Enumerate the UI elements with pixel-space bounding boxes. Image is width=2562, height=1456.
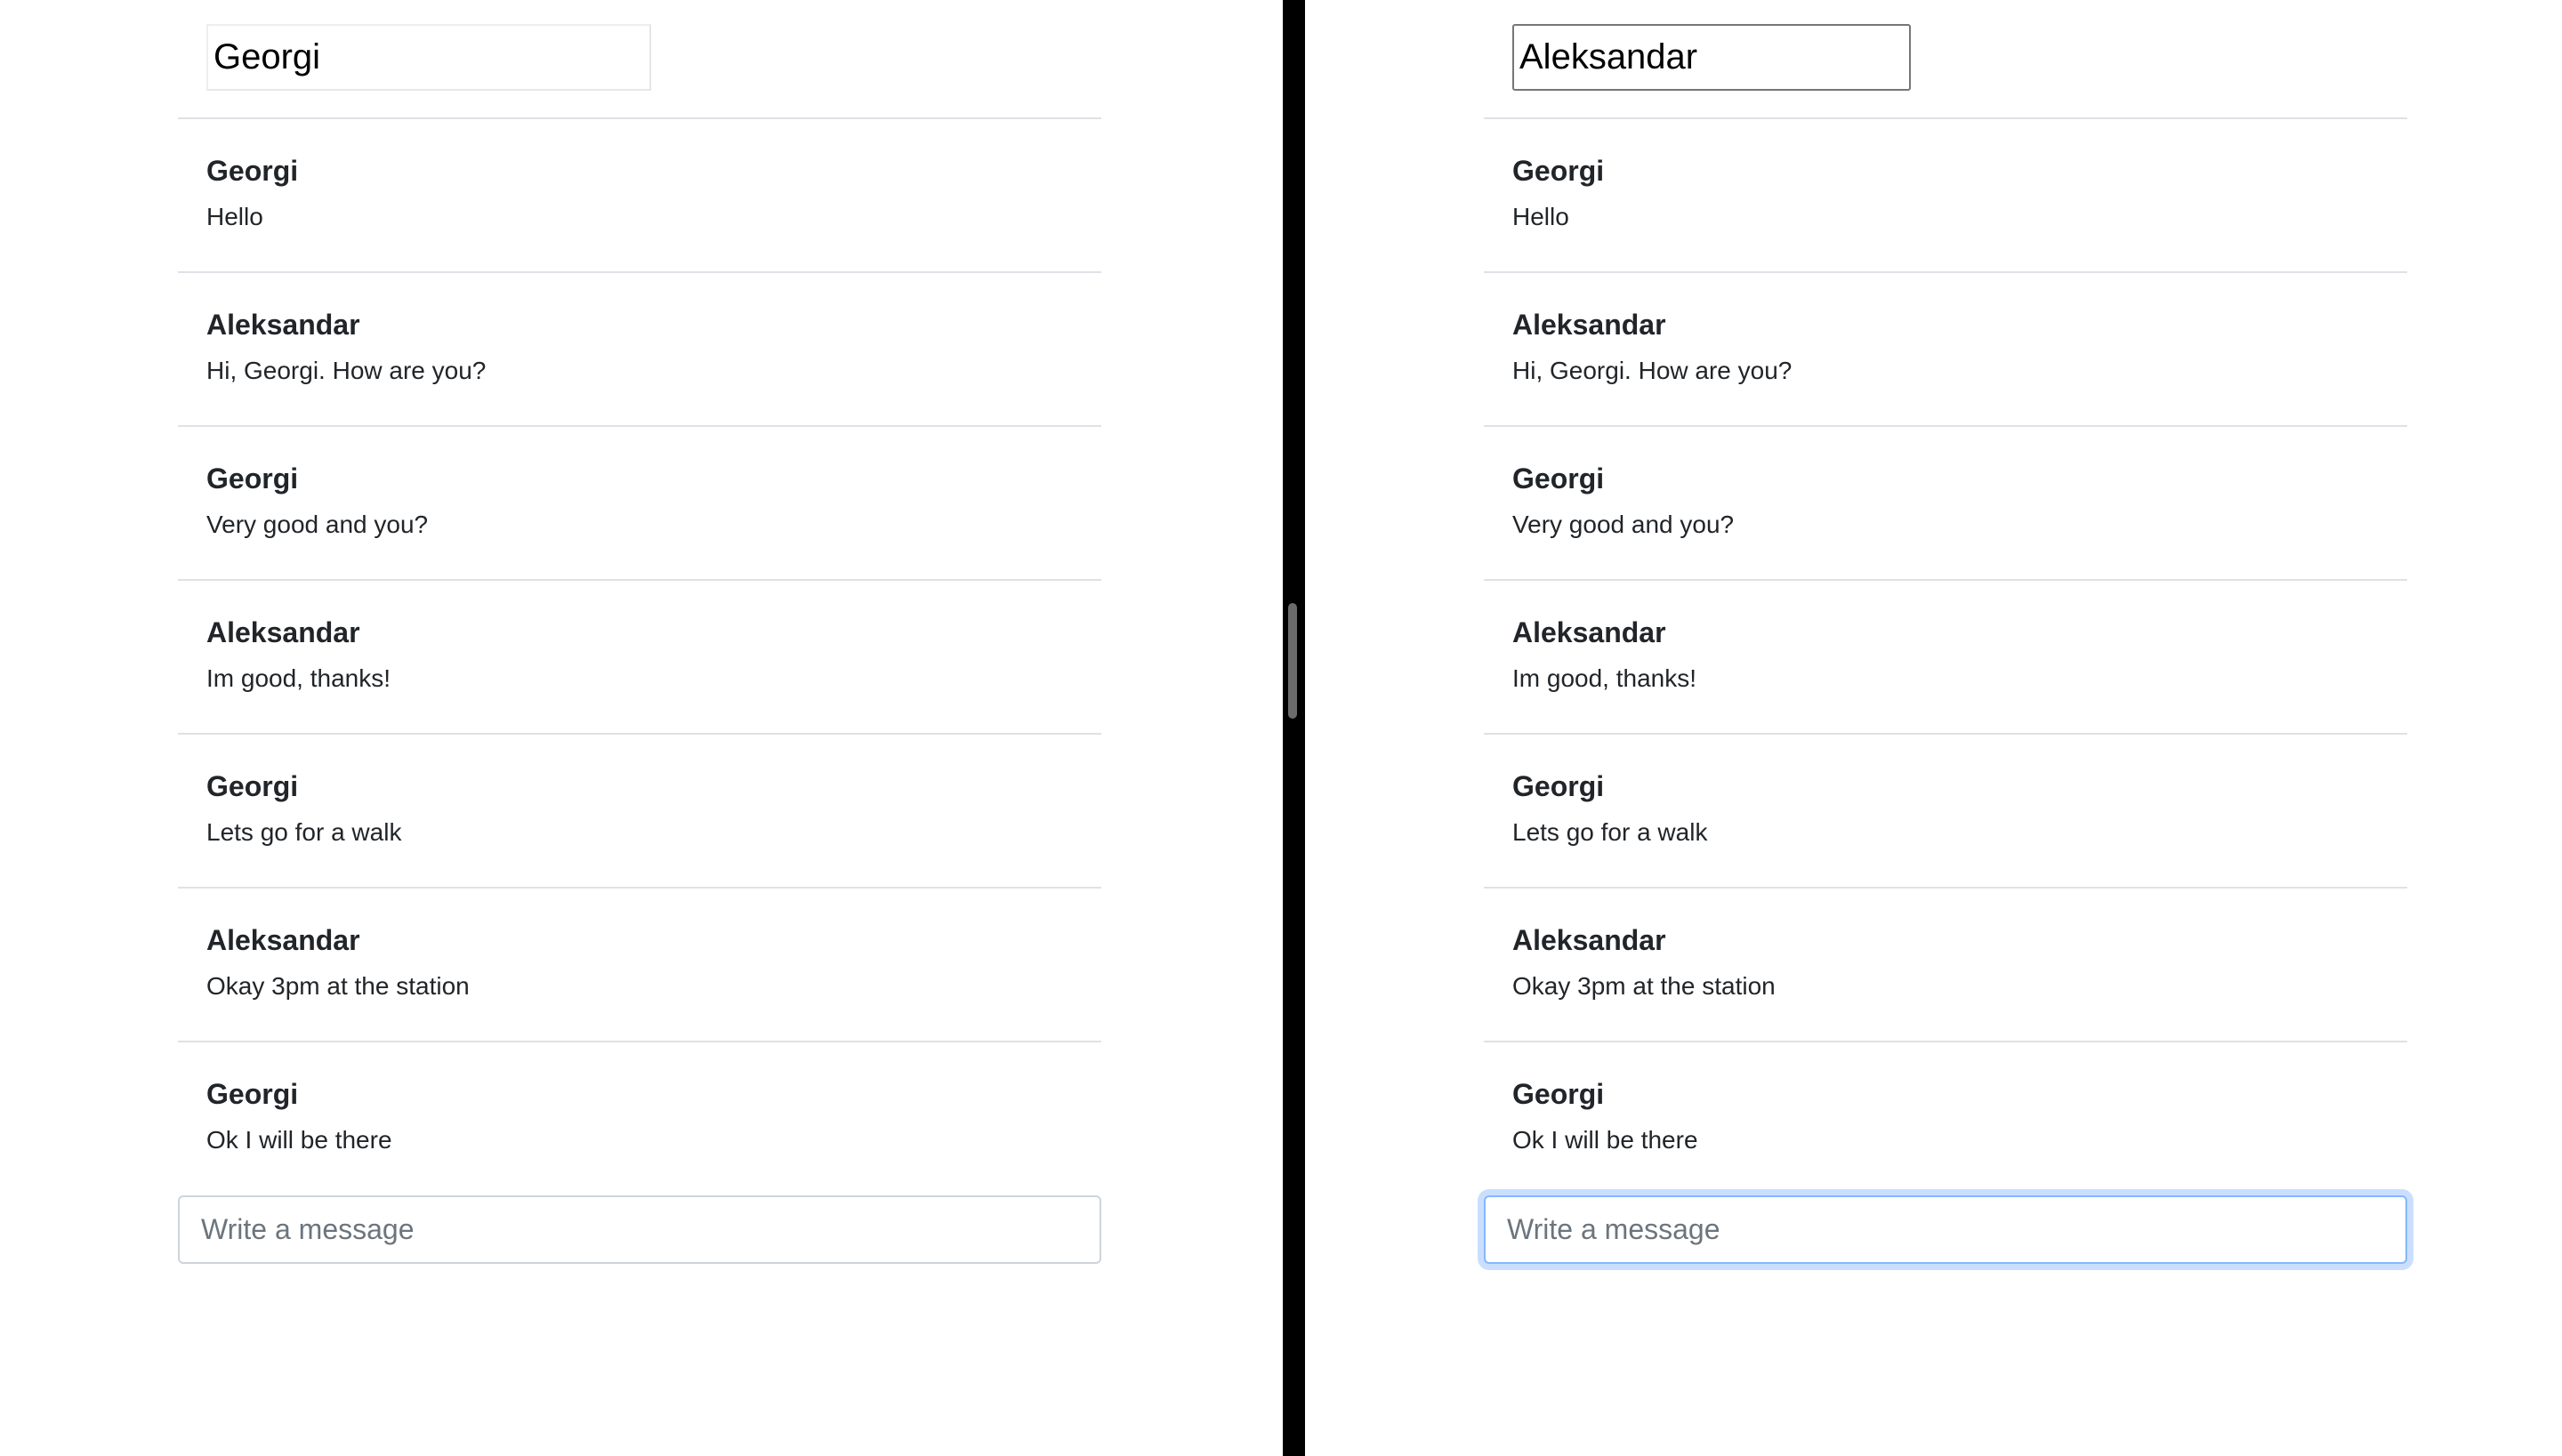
message-text: Hello — [206, 203, 263, 230]
message-compose-input[interactable] — [1484, 1195, 2407, 1264]
message-author: Georgi — [206, 155, 299, 187]
message-author: Georgi — [206, 463, 299, 495]
message-item: Georgi Lets go for a walk — [178, 735, 1101, 889]
message-author: Georgi — [1512, 155, 1605, 187]
message-text: Very good and you? — [1512, 511, 1735, 538]
message-author: Georgi — [1512, 1078, 1605, 1110]
chat-panel: Georgi Hello Aleksandar Hi, Georgi. How … — [1484, 0, 2407, 1264]
message-compose-input[interactable] — [178, 1195, 1101, 1264]
username-row — [1484, 0, 2407, 119]
message-list: Georgi Hello Aleksandar Hi, Georgi. How … — [178, 119, 1101, 1185]
message-text: Hello — [1512, 203, 1569, 230]
message-text: Okay 3pm at the station — [206, 972, 470, 1000]
message-item: Aleksandar Okay 3pm at the station — [178, 889, 1101, 1042]
message-text: Lets go for a walk — [206, 818, 402, 846]
message-author: Georgi — [1512, 770, 1605, 802]
message-item: Aleksandar Im good, thanks! — [178, 581, 1101, 735]
message-author: Aleksandar — [206, 309, 360, 341]
split-divider[interactable] — [1283, 0, 1305, 1456]
chat-panel: Georgi Hello Aleksandar Hi, Georgi. How … — [178, 0, 1101, 1264]
message-author: Aleksandar — [206, 924, 360, 956]
message-item: Georgi Ok I will be there — [178, 1042, 1101, 1185]
message-text: Im good, thanks! — [1512, 664, 1697, 692]
username-input[interactable] — [1512, 24, 1911, 91]
message-author: Aleksandar — [1512, 309, 1666, 341]
message-item: Georgi Ok I will be there — [1484, 1042, 2407, 1185]
message-item: Aleksandar Hi, Georgi. How are you? — [178, 273, 1101, 427]
message-item: Georgi Lets go for a walk — [1484, 735, 2407, 889]
message-item: Georgi Very good and you? — [1484, 427, 2407, 581]
message-item: Aleksandar Im good, thanks! — [1484, 581, 2407, 735]
message-author: Georgi — [1512, 463, 1605, 495]
left-chat-window: Georgi Hello Aleksandar Hi, Georgi. How … — [0, 0, 1283, 1456]
message-author: Georgi — [206, 770, 299, 802]
message-text: Im good, thanks! — [206, 664, 391, 692]
message-author: Aleksandar — [206, 616, 360, 648]
message-item: Aleksandar Okay 3pm at the station — [1484, 889, 2407, 1042]
message-text: Okay 3pm at the station — [1512, 972, 1776, 1000]
message-text: Hi, Georgi. How are you? — [1512, 357, 1793, 384]
username-input[interactable] — [206, 24, 651, 91]
message-text: Very good and you? — [206, 511, 429, 538]
username-row — [178, 0, 1101, 119]
message-text: Hi, Georgi. How are you? — [206, 357, 487, 384]
message-item: Georgi Hello — [1484, 119, 2407, 273]
message-list: Georgi Hello Aleksandar Hi, Georgi. How … — [1484, 119, 2407, 1185]
message-text: Lets go for a walk — [1512, 818, 1708, 846]
message-author: Aleksandar — [1512, 616, 1666, 648]
message-item: Georgi Very good and you? — [178, 427, 1101, 581]
message-text: Ok I will be there — [1512, 1126, 1698, 1154]
split-screen: Georgi Hello Aleksandar Hi, Georgi. How … — [0, 0, 2562, 1456]
message-item: Aleksandar Hi, Georgi. How are you? — [1484, 273, 2407, 427]
message-author: Georgi — [206, 1078, 299, 1110]
message-text: Ok I will be there — [206, 1126, 392, 1154]
message-author: Aleksandar — [1512, 924, 1666, 956]
message-item: Georgi Hello — [178, 119, 1101, 273]
right-chat-window: Georgi Hello Aleksandar Hi, Georgi. How … — [1305, 0, 2562, 1456]
split-resize-handle[interactable] — [1288, 603, 1297, 719]
